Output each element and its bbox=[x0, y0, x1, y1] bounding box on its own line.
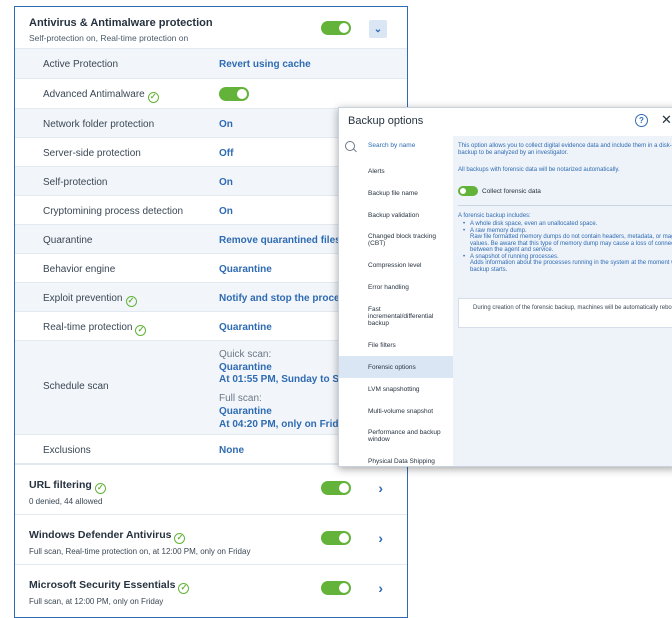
check-badge-icon: ✓ bbox=[174, 533, 186, 544]
includes-heading: A forensic backup includes: bbox=[458, 213, 531, 219]
forensic-description: This option allows you to collect digita… bbox=[458, 143, 672, 156]
nav-item-fast-incremental[interactable]: Fast incremental/differential backup bbox=[339, 298, 453, 334]
row-value[interactable]: Quarantine bbox=[219, 322, 272, 333]
chevron-right-icon[interactable]: › bbox=[378, 530, 383, 546]
row-label: Quarantine bbox=[43, 235, 93, 246]
advanced-antimalware-toggle[interactable] bbox=[219, 87, 249, 101]
check-badge-icon: ✓ bbox=[135, 325, 147, 336]
antivirus-section-header[interactable]: Antivirus & Antimalware protection Self-… bbox=[15, 7, 407, 49]
url-filtering-toggle[interactable] bbox=[321, 481, 351, 495]
chevron-down-icon[interactable]: ⌄ bbox=[369, 20, 387, 38]
windows-defender-module[interactable]: Windows Defender Antivirus ✓ Full scan, R… bbox=[15, 514, 407, 564]
module-subtitle: 0 denied, 44 allowed bbox=[29, 497, 103, 506]
check-badge-icon: ✓ bbox=[125, 296, 137, 307]
module-subtitle: Full scan, at 12:00 PM, only on Friday bbox=[29, 597, 164, 606]
module-title: Windows Defender Antivirus bbox=[29, 529, 172, 541]
nav-item-backup-validation[interactable]: Backup validation bbox=[339, 204, 453, 226]
check-badge-icon: ✓ bbox=[178, 583, 190, 594]
nav-item-physical-data-shipping[interactable]: Physical Data Shipping bbox=[339, 450, 453, 466]
nav-item-alerts[interactable]: Alerts bbox=[339, 160, 453, 182]
url-filtering-module[interactable]: URL filtering ✓ 0 denied, 44 allowed › bbox=[15, 464, 407, 514]
check-badge-icon: ✓ bbox=[147, 92, 159, 103]
row-value[interactable]: Off bbox=[219, 148, 233, 159]
list-item: A snapshot of running processes.Adds inf… bbox=[463, 254, 672, 274]
nav-item-file-filters[interactable]: File filters bbox=[339, 334, 453, 356]
search-icon bbox=[345, 141, 355, 151]
antivirus-toggle[interactable] bbox=[321, 21, 351, 35]
row-value[interactable]: On bbox=[219, 177, 233, 188]
collect-forensic-toggle[interactable] bbox=[458, 186, 478, 196]
close-icon[interactable]: ✕ bbox=[661, 112, 672, 128]
nav-item-backup-file-name[interactable]: Backup file name bbox=[339, 182, 453, 204]
notarize-note: All backups with forensic data will be n… bbox=[458, 167, 620, 173]
nav-item-forensic-options[interactable]: Forensic options bbox=[339, 356, 453, 378]
search-input[interactable]: Search by name bbox=[339, 136, 453, 160]
row-value[interactable]: On bbox=[219, 119, 233, 130]
dialog-title: Backup options bbox=[348, 115, 424, 127]
row-label: Self-protection bbox=[43, 177, 108, 188]
search-placeholder: Search by name bbox=[368, 142, 416, 149]
module-subtitle: Full scan, Real-time protection on, at 1… bbox=[29, 547, 251, 556]
row-label: Network folder protection bbox=[43, 119, 155, 130]
row-value[interactable]: On bbox=[219, 206, 233, 217]
quick-scan-action[interactable]: Quarantine bbox=[219, 362, 272, 373]
microsoft-security-essentials-module[interactable]: Microsoft Security Essentials ✓ Full scan… bbox=[15, 564, 407, 614]
windows-defender-toggle[interactable] bbox=[321, 531, 351, 545]
nav-item-error-handling[interactable]: Error handling bbox=[339, 276, 453, 298]
backup-options-dialog: Backup options ? ✕ Search by name Alerts… bbox=[338, 107, 672, 467]
quick-scan-label: Quick scan: bbox=[219, 349, 272, 360]
nav-item-performance-window[interactable]: Performance and backup window bbox=[339, 422, 453, 450]
row-label: Schedule scan bbox=[43, 381, 109, 392]
nav-item-compression-level[interactable]: Compression level bbox=[339, 254, 453, 276]
row-label: Behavior engine bbox=[43, 264, 116, 275]
row-label: Cryptomining process detection bbox=[43, 206, 184, 217]
row-value[interactable]: Quarantine bbox=[219, 264, 272, 275]
antivirus-section-subtitle: Self-protection on, Real-time protection… bbox=[29, 33, 189, 43]
row-label: Server-side protection bbox=[43, 148, 141, 159]
dialog-header: Backup options ? ✕ bbox=[339, 108, 672, 137]
module-title: Microsoft Security Essentials bbox=[29, 579, 176, 591]
nav-item-cbt[interactable]: Changed block tracking (CBT) bbox=[339, 226, 453, 254]
row-label: Real-time protection bbox=[43, 322, 133, 333]
active-protection-row[interactable]: Active Protection Revert using cache bbox=[15, 49, 407, 79]
chevron-right-icon[interactable]: › bbox=[378, 480, 383, 496]
includes-list: A whole disk space, even an unallocated … bbox=[458, 221, 672, 273]
nav-item-multi-volume-snapshot[interactable]: Multi-volume snapshot bbox=[339, 400, 453, 422]
module-title: URL filtering bbox=[29, 479, 92, 491]
row-label: Exploit prevention bbox=[43, 293, 123, 304]
row-label: Active Protection bbox=[43, 59, 119, 70]
reboot-note: During creation of the forensic backup, … bbox=[458, 298, 672, 328]
full-scan-label: Full scan: bbox=[219, 393, 262, 404]
advanced-antimalware-row[interactable]: Advanced Antimalware ✓ bbox=[15, 79, 407, 109]
options-nav: Search by name Alerts Backup file name B… bbox=[339, 136, 453, 466]
help-icon[interactable]: ? bbox=[635, 114, 648, 127]
forensic-options-pane: This option allows you to collect digita… bbox=[453, 136, 672, 466]
check-badge-icon: ✓ bbox=[94, 483, 106, 494]
row-label: Exclusions bbox=[43, 445, 91, 456]
divider bbox=[458, 205, 672, 206]
row-value[interactable]: Notify and stop the process bbox=[219, 293, 351, 304]
microsoft-security-essentials-toggle[interactable] bbox=[321, 581, 351, 595]
full-scan-action[interactable]: Quarantine bbox=[219, 406, 272, 417]
row-value[interactable]: None bbox=[219, 445, 244, 456]
list-item: A raw memory dump.Raw file formatted mem… bbox=[463, 228, 672, 254]
row-label: Advanced Antimalware bbox=[43, 89, 145, 100]
chevron-right-icon[interactable]: › bbox=[378, 580, 383, 596]
collect-forensic-label: Collect forensic data bbox=[482, 188, 541, 195]
full-scan-time[interactable]: At 04:20 PM, only on Friday bbox=[219, 419, 350, 430]
nav-item-lvm-snapshotting[interactable]: LVM snapshotting bbox=[339, 378, 453, 400]
row-value[interactable]: Revert using cache bbox=[219, 59, 311, 70]
